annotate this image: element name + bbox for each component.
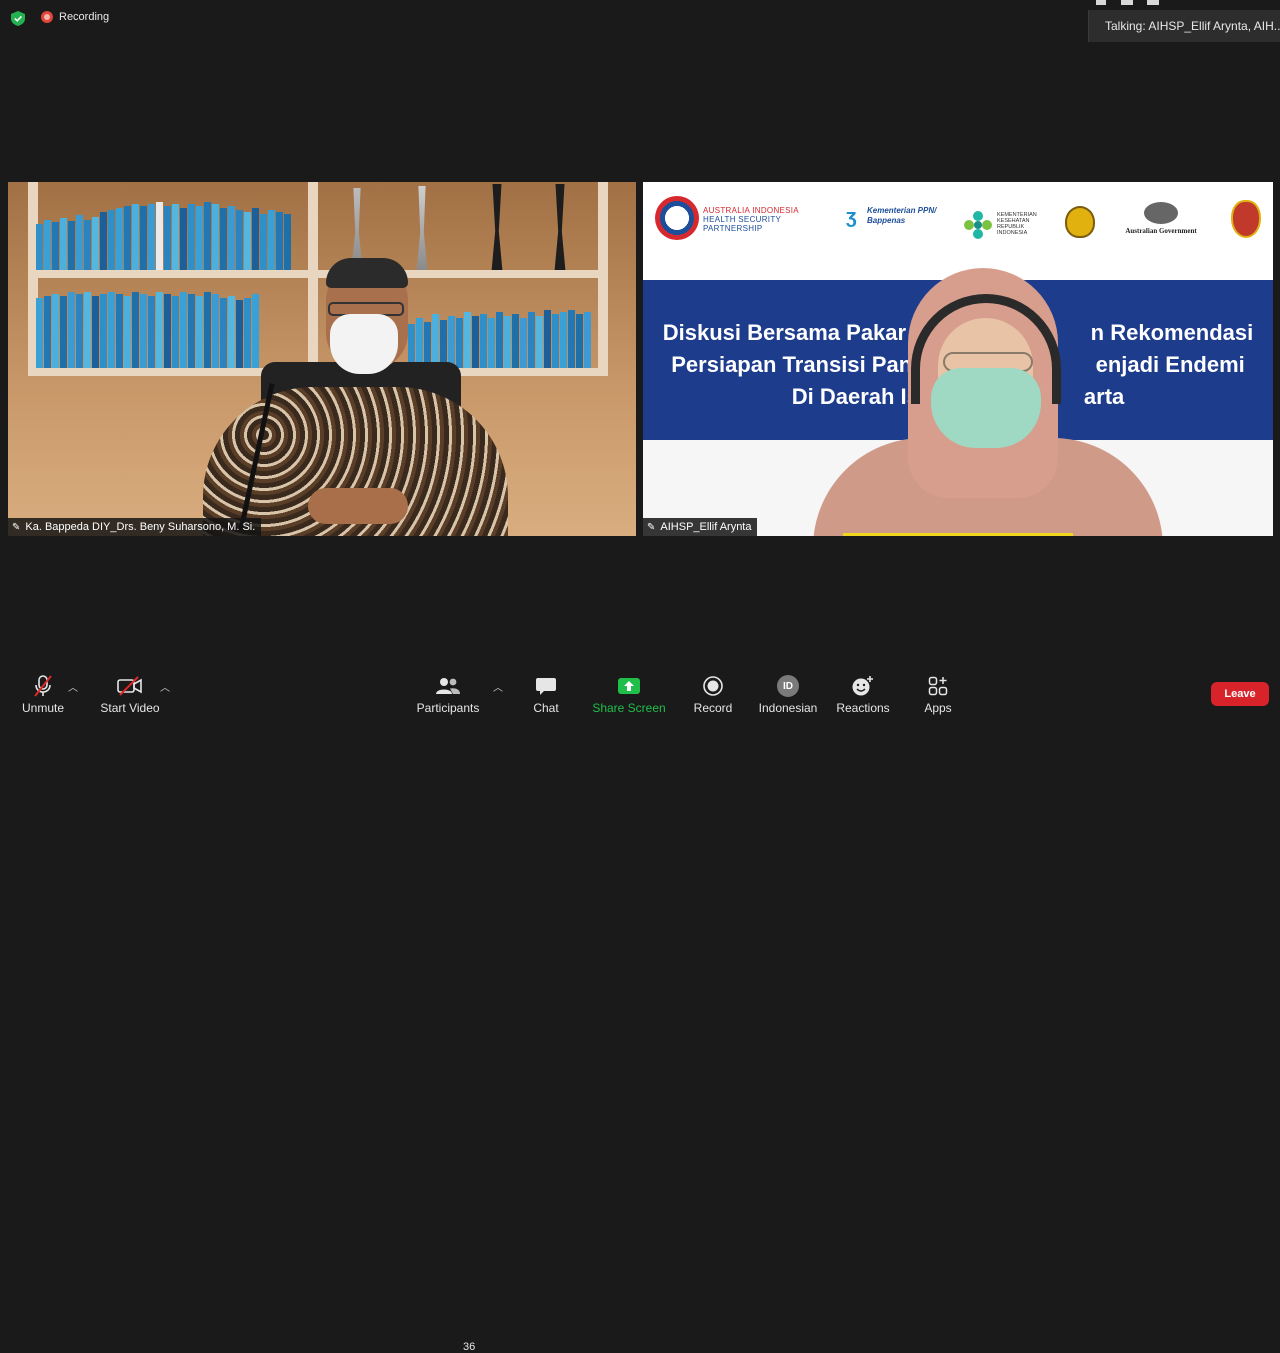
language-badge-icon: ID xyxy=(777,675,799,697)
participant-name: Ka. Bappeda DIY_Drs. Beny Suharsono, M. … xyxy=(25,521,256,533)
slide-logo-band: AUSTRALIA INDONESIA HEALTH SECURITY PART… xyxy=(643,182,1273,280)
meeting-top-bar: Recording Talking: AIHSP_Ellif Arynta, A… xyxy=(0,0,1280,42)
participant-name: AIHSP_Ellif Arynta xyxy=(660,521,752,533)
reactions-button[interactable]: Reactions xyxy=(834,665,892,719)
participants-options-chevron-icon[interactable]: ︿ xyxy=(493,679,503,694)
regional-emblem xyxy=(1065,206,1095,238)
participants-button[interactable]: Participants xyxy=(414,665,482,719)
speaker-hands xyxy=(308,488,408,524)
unmute-button[interactable]: Unmute xyxy=(16,665,70,719)
record-label: Record xyxy=(693,701,733,715)
book-row xyxy=(36,202,292,270)
participants-icon xyxy=(436,678,460,694)
aihsp-logo xyxy=(655,196,699,240)
reactions-label: Reactions xyxy=(836,701,890,715)
talking-indicator: Talking: AIHSP_Ellif Arynta, AIH... xyxy=(1088,10,1280,42)
speaker-face-mask xyxy=(330,314,398,374)
apps-icon xyxy=(928,676,948,696)
book-row xyxy=(408,310,592,368)
shelf-board xyxy=(28,270,608,278)
language-label: Indonesian xyxy=(758,701,818,715)
language-interpretation-button[interactable]: ID Indonesian xyxy=(756,665,820,719)
active-speaker-highlight xyxy=(843,533,1073,536)
audio-options-chevron-icon[interactable]: ︿ xyxy=(68,679,78,694)
start-video-label: Start Video xyxy=(100,701,160,715)
apps-label: Apps xyxy=(924,701,952,715)
recording-label: Recording xyxy=(59,11,110,23)
kemkes-label: KEMENTERIAN KESEHATAN REPUBLIK INDONESIA xyxy=(997,212,1037,236)
speaker-hair xyxy=(326,258,408,288)
share-screen-icon xyxy=(618,678,640,694)
video-tile-bappeda[interactable]: ✎ Ka. Bappeda DIY_Drs. Beny Suharsono, M… xyxy=(8,182,636,536)
unmute-label: Unmute xyxy=(21,701,65,715)
australian-crest-icon xyxy=(1144,202,1178,224)
reactions-icon xyxy=(852,676,873,696)
yogyakarta-emblem xyxy=(1231,200,1261,238)
view-option-icon[interactable] xyxy=(1096,0,1106,5)
person-face-mask xyxy=(931,368,1041,448)
participant-name-tag: ✎ Ka. Bappeda DIY_Drs. Beny Suharsono, M… xyxy=(8,518,262,536)
leave-button[interactable]: Leave xyxy=(1211,682,1269,706)
pin-icon: ✎ xyxy=(12,521,21,533)
recording-indicator[interactable]: Recording xyxy=(41,11,109,23)
aihsp-logo-text: AUSTRALIA INDONESIA HEALTH SECURITY PART… xyxy=(703,206,799,233)
bappenas-label: Kementerian PPN/ Bappenas xyxy=(867,206,937,225)
chat-icon xyxy=(536,678,556,695)
apps-button[interactable]: Apps xyxy=(918,665,958,719)
video-tile-aihsp[interactable]: AUSTRALIA INDONESIA HEALTH SECURITY PART… xyxy=(643,182,1273,536)
view-option-icon[interactable] xyxy=(1147,0,1159,5)
kemkes-logo xyxy=(964,211,992,239)
video-camera-off-icon xyxy=(117,676,142,696)
book-row xyxy=(36,292,260,368)
bappenas-logo: ʒ xyxy=(846,206,857,228)
security-shield-icon[interactable] xyxy=(11,11,25,26)
view-option-icon[interactable] xyxy=(1121,0,1133,5)
start-video-button[interactable]: Start Video xyxy=(98,665,162,719)
participant-count: 36 xyxy=(463,1341,476,1353)
participant-name-tag: ✎ AIHSP_Ellif Arynta xyxy=(643,518,758,536)
australian-government-logo: Australian Government xyxy=(1121,202,1201,235)
participants-label: Participants xyxy=(416,701,480,715)
record-icon xyxy=(703,676,723,696)
microphone-muted-icon xyxy=(34,675,52,697)
chat-button[interactable]: Chat xyxy=(524,665,568,719)
recording-icon xyxy=(41,11,53,23)
share-screen-label: Share Screen xyxy=(592,701,666,715)
video-options-chevron-icon[interactable]: ︿ xyxy=(160,679,170,694)
participant-video-person xyxy=(813,268,1163,536)
meeting-toolbar: Unmute ︿ Start Video ︿ Participants 36 ︿ xyxy=(0,665,1280,1353)
pin-icon: ✎ xyxy=(647,521,656,533)
record-button[interactable]: Record xyxy=(690,665,736,719)
chat-label: Chat xyxy=(533,701,559,715)
share-screen-button[interactable]: Share Screen xyxy=(592,665,666,719)
